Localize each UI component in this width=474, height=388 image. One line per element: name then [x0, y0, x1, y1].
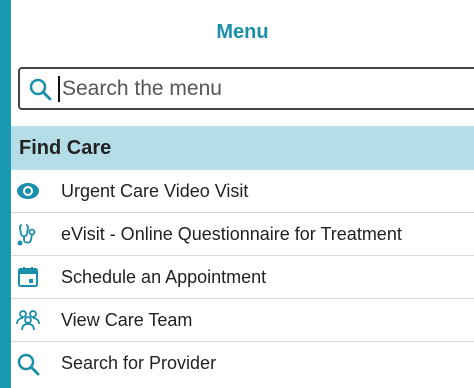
- menu-item-view-care-team[interactable]: View Care Team: [11, 299, 474, 342]
- menu-title: Menu: [216, 20, 269, 43]
- menu-item-label: Urgent Care Video Visit: [61, 180, 249, 201]
- search-icon: [29, 78, 52, 100]
- menu-item-urgent-care-video-visit[interactable]: Urgent Care Video Visit: [11, 170, 474, 213]
- menu-item-search-for-provider[interactable]: Search for Provider: [11, 342, 474, 385]
- video-camera-icon: [17, 183, 39, 199]
- menu-item-label: View Care Team: [61, 309, 193, 330]
- menu-panel: Menu Find Care Urgent Care Video Visit: [11, 0, 474, 388]
- calendar-icon: [18, 267, 38, 287]
- search-icon: [17, 353, 40, 375]
- care-team-icon: [16, 310, 40, 331]
- search-input[interactable]: [58, 75, 442, 102]
- search-box[interactable]: [18, 67, 474, 110]
- menu-item-label: eVisit - Online Questionnaire for Treatm…: [61, 223, 402, 244]
- menu-item-label: Search for Provider: [61, 353, 217, 373]
- find-care-list: Urgent Care Video Visit eVisit - Online …: [11, 170, 474, 385]
- menu-item-schedule-appointment[interactable]: Schedule an Appointment: [11, 256, 474, 299]
- menu-item-label: Schedule an Appointment: [61, 266, 267, 287]
- stethoscope-icon: [17, 224, 36, 246]
- menu-item-evisit[interactable]: eVisit - Online Questionnaire for Treatm…: [11, 213, 474, 256]
- section-header-find-care: Find Care: [11, 126, 474, 170]
